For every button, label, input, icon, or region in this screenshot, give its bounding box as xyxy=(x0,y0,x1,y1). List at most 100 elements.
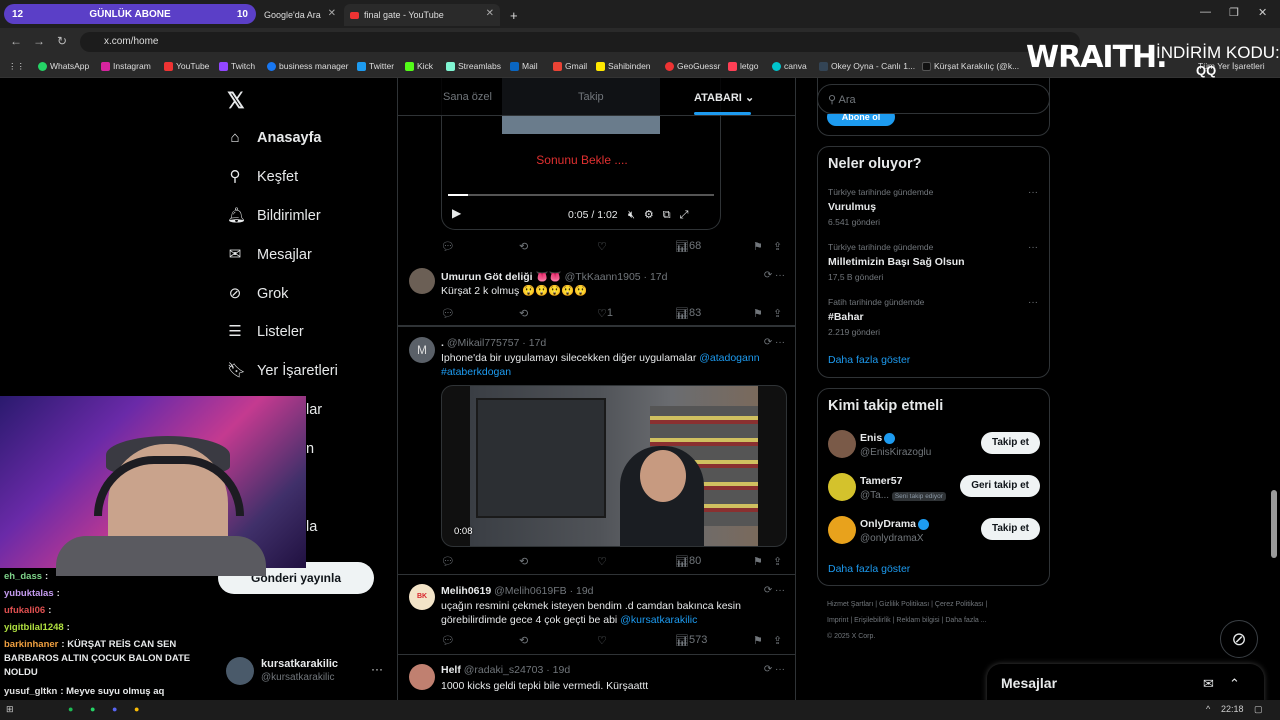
repost-icon[interactable]: ⟲ xyxy=(519,307,528,320)
more-icon[interactable]: ··· xyxy=(1028,187,1038,198)
spotify-icon[interactable]: ● xyxy=(68,704,73,714)
trend-item[interactable]: Türkiye tarihinde gündemde Milletimizin … xyxy=(828,242,1038,282)
sidebar-item-partial[interactable]: lar xyxy=(306,397,322,423)
post[interactable]: BK Melih0619 @Melih0619FB · 19d ⟳ ··· uç… xyxy=(398,575,795,655)
footer-link[interactable]: Imprint xyxy=(827,617,848,624)
sidebar-item-bookmarks[interactable]: 🔖︎ Yer İşaretleri xyxy=(227,358,338,384)
footer-link[interactable]: Çerez Politikası xyxy=(935,601,984,608)
footer-link[interactable]: Reklam bilgisi xyxy=(896,617,939,624)
follow-suggestion[interactable]: Enis @EnisKirazoglu Takip et xyxy=(828,430,1040,462)
tab-for-you[interactable]: Sana özel xyxy=(443,91,492,103)
sidebar-item-lists[interactable]: ☰ Listeler xyxy=(227,319,303,345)
repost-icon[interactable]: ⟲ xyxy=(519,555,528,568)
more-icon[interactable]: ··· xyxy=(371,662,383,676)
tab-atabari[interactable]: ATABARI ⌄ xyxy=(694,91,754,104)
share-icon[interactable]: ⇪ xyxy=(773,307,782,320)
footer-link[interactable]: Hizmet Şartları xyxy=(827,601,873,608)
discord-icon[interactable]: ● xyxy=(112,704,117,714)
new-message-icon[interactable]: ✉ xyxy=(1203,676,1214,692)
notification-icon[interactable]: ▢ xyxy=(1254,704,1263,715)
forward-icon[interactable]: → xyxy=(33,34,45,48)
share-icon[interactable]: ⇪ xyxy=(773,555,782,568)
search-input[interactable]: ⚲ Ara xyxy=(817,84,1050,114)
sidebar-item-notifications[interactable]: 🔔︎ Bildirimler xyxy=(227,203,321,229)
sidebar-item-grok[interactable]: ⊘ Grok xyxy=(227,281,289,307)
views-count[interactable]: 📊︎ 573 xyxy=(675,634,707,647)
bookmark-okey[interactable]: Okey Oyna - Canlı 1... xyxy=(819,61,915,71)
bookmark-business[interactable]: business manager xyxy=(267,61,348,71)
like-icon[interactable]: ♡ xyxy=(597,555,607,568)
bookmark-youtube[interactable]: YouTube xyxy=(164,61,209,71)
bookmark-mail[interactable]: Mail xyxy=(510,61,538,71)
sidebar-item-partial[interactable]: n xyxy=(306,436,314,462)
bookmark-instagram[interactable]: Instagram xyxy=(101,61,151,71)
mention-link[interactable]: @atadogann xyxy=(699,352,759,364)
x-logo-icon[interactable]: 𝕏 xyxy=(227,88,245,114)
hashtag-link[interactable]: #ataberkdogan xyxy=(441,366,511,378)
reply-icon[interactable]: 💬︎ xyxy=(441,555,455,568)
follow-suggestion[interactable]: Tamer57 @Ta... Seni takip ediyor Geri ta… xyxy=(828,473,1040,505)
more-icon[interactable]: ··· xyxy=(1028,242,1038,253)
bookmark-letgo[interactable]: letgo xyxy=(728,61,758,71)
bookmark-canva[interactable]: canva xyxy=(772,61,807,71)
bookmark-whatsapp[interactable]: WhatsApp xyxy=(38,61,89,71)
start-icon[interactable]: ⊞ xyxy=(6,704,14,715)
post[interactable]: Helf @radaki_s24703 · 19d ⟳ ··· 1000 kic… xyxy=(398,655,795,700)
footer-link[interactable]: Daha fazla ... xyxy=(945,617,986,624)
like-icon[interactable]: ♡ xyxy=(597,240,607,253)
follow-back-button[interactable]: Geri takip et xyxy=(960,475,1040,497)
url-input[interactable]: x.com/home xyxy=(80,32,1080,52)
bookmark-icon[interactable]: ⚑ xyxy=(753,240,763,253)
video-player[interactable]: 0:08 xyxy=(441,385,787,547)
repost-icon[interactable]: ⟲ xyxy=(519,634,528,647)
minimize-icon[interactable]: — xyxy=(1200,6,1211,18)
reload-icon[interactable]: ↻ xyxy=(57,34,67,48)
more-icon[interactable]: ⟳ ··· xyxy=(764,664,785,675)
whatsapp-icon[interactable]: ● xyxy=(90,704,95,714)
bookmark-tiktok[interactable]: Kürşat Karakılıç (@k... xyxy=(922,61,1019,71)
views-count[interactable]: 📊︎ 80 xyxy=(675,555,701,568)
views-count[interactable]: 📊︎ 83 xyxy=(675,307,701,320)
sidebar-item-messages[interactable]: ✉ Mesajlar xyxy=(227,242,312,268)
bookmark-sahibinden[interactable]: Sahibinden xyxy=(596,61,651,71)
more-icon[interactable]: ⟳ ··· xyxy=(764,337,785,348)
messages-dock[interactable]: Mesajlar ✉ ⌃ xyxy=(987,664,1264,704)
share-icon[interactable]: ⇪ xyxy=(773,240,782,253)
bookmark-geoguessr[interactable]: GeoGuessr xyxy=(665,61,720,71)
more-icon[interactable]: ··· xyxy=(1028,297,1038,308)
reply-icon[interactable]: 💬︎ xyxy=(441,634,455,647)
views-count[interactable]: 📊︎ 68 xyxy=(675,240,701,253)
close-icon[interactable]: ✕ xyxy=(486,8,494,19)
share-icon[interactable]: ⇪ xyxy=(773,634,782,647)
trend-item[interactable]: Fatih tarihinde gündemde #Bahar 2.219 gö… xyxy=(828,297,1038,337)
repost-icon[interactable]: ⟲ xyxy=(519,240,528,253)
post[interactable]: Umurun Göt deliği 👅👅 @TkKaann1905 · 17d … xyxy=(398,259,795,326)
show-more-link[interactable]: Daha fazla göster xyxy=(828,354,910,366)
follow-button[interactable]: Takip et xyxy=(980,432,1040,454)
like-icon[interactable]: ♡ xyxy=(597,634,607,647)
more-icon[interactable]: ⟳ ··· xyxy=(764,270,785,281)
bookmark-icon[interactable]: ⚑ xyxy=(753,634,763,647)
footer-link[interactable]: Erişilebilirlik xyxy=(854,617,891,624)
footer-link[interactable]: Gizlilik Politikası xyxy=(879,601,929,608)
bookmark-kick[interactable]: Kick xyxy=(405,61,433,71)
tab-following[interactable]: Takip xyxy=(578,91,604,103)
bookmark-gmail[interactable]: Gmail xyxy=(553,61,587,71)
back-icon[interactable]: ← xyxy=(10,34,22,48)
bookmark-twitter[interactable]: Twitter xyxy=(357,61,394,71)
more-icon[interactable]: ⟳ ··· xyxy=(764,585,785,596)
close-icon[interactable]: ✕ xyxy=(328,8,336,19)
trend-item[interactable]: Türkiye tarihinde gündemde Vurulmuş 6.54… xyxy=(828,187,1038,227)
mention-link[interactable]: @kursatkarakilic xyxy=(620,614,697,626)
follow-suggestion[interactable]: OnlyDrama @onlydramaX Takip et xyxy=(828,516,1040,548)
scrollbar[interactable] xyxy=(1271,490,1277,558)
sidebar-item-explore[interactable]: ⚲ Keşfet xyxy=(227,164,299,190)
chrome-icon[interactable]: ● xyxy=(134,704,139,714)
apps-icon[interactable]: ⋮⋮ xyxy=(8,61,25,72)
post[interactable]: M . @Mikail775757 · 17d ⟳ ··· Iphone'da … xyxy=(398,327,795,575)
tab-google[interactable]: Google'da Ara ✕ xyxy=(258,4,342,26)
reply-icon[interactable]: 💬︎ xyxy=(441,307,455,320)
play-icon[interactable]: ▶ xyxy=(452,206,461,220)
video-progress[interactable] xyxy=(448,194,714,196)
sidebar-item-partial[interactable]: la xyxy=(306,514,317,540)
